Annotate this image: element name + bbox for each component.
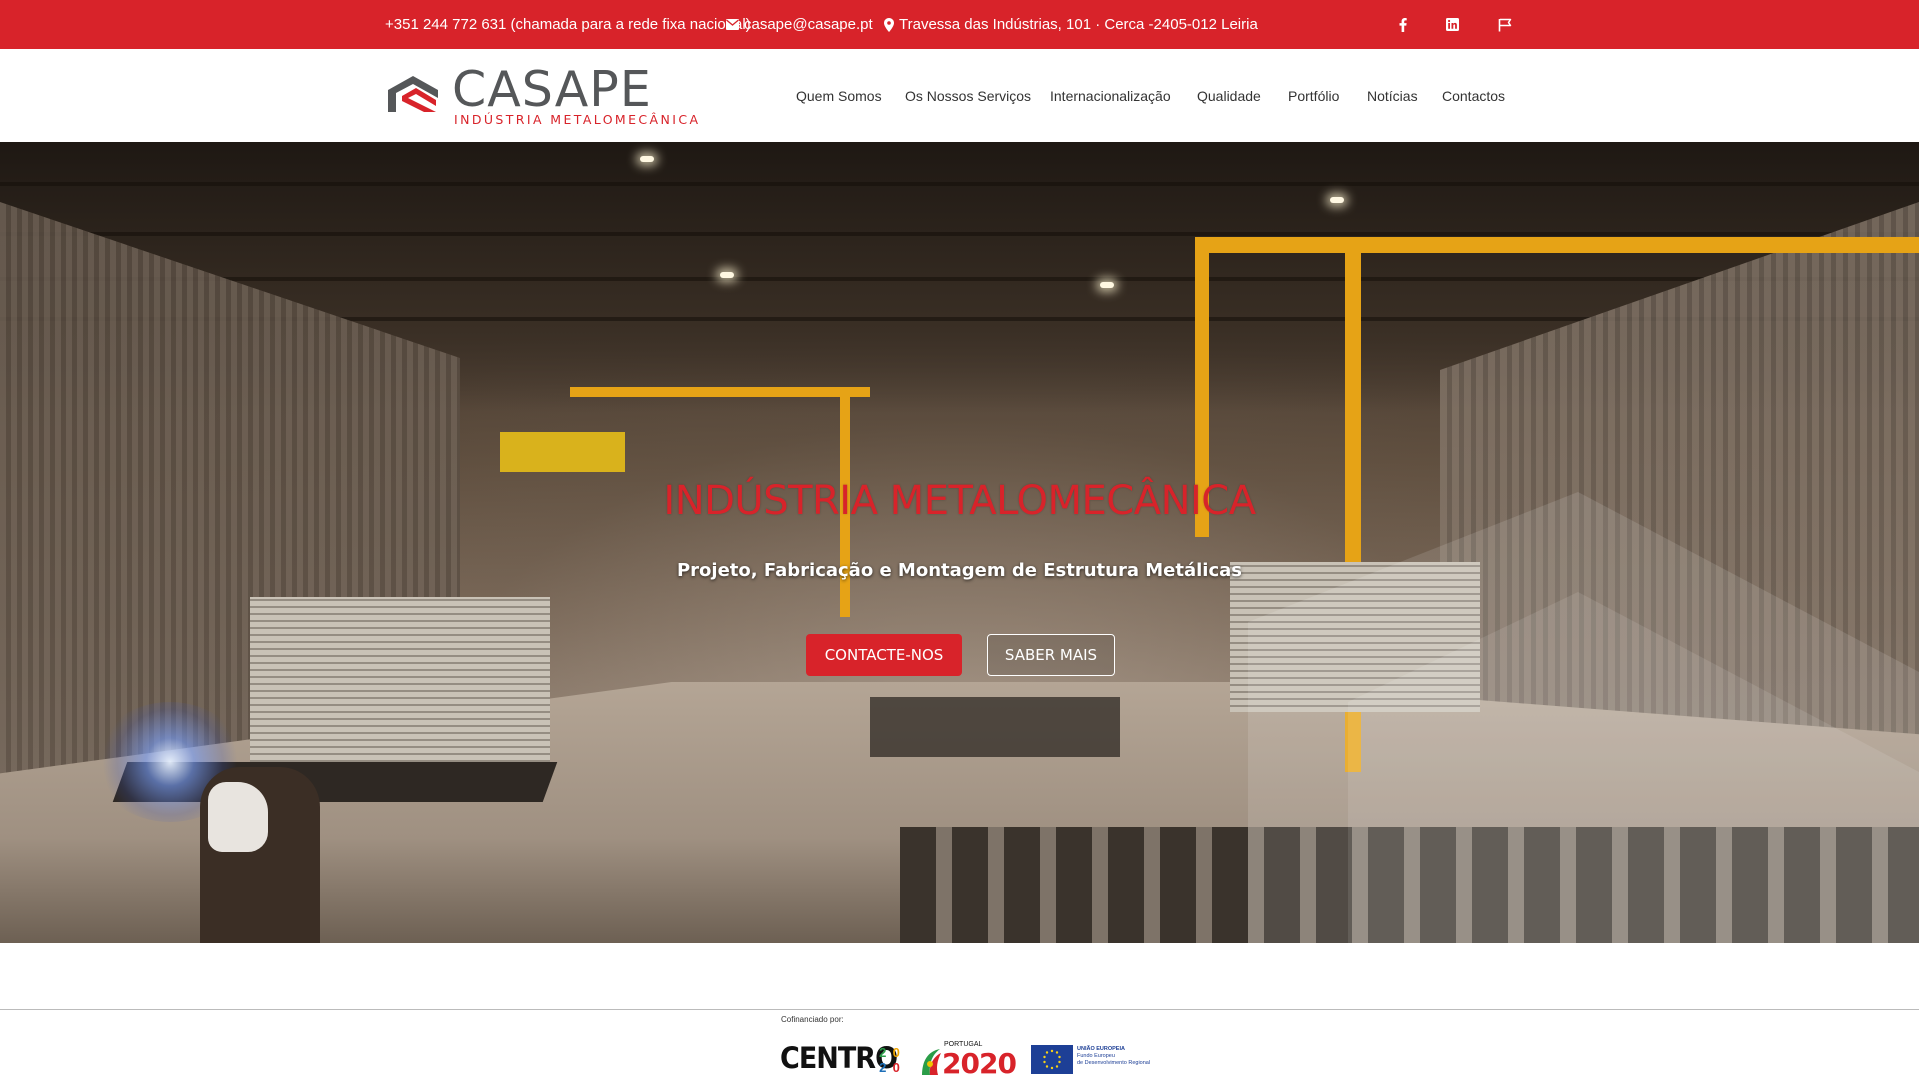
hero-photo-crane: [570, 387, 870, 397]
hero-photo-beam: [870, 697, 1120, 757]
saber-mais-button[interactable]: SABER MAIS: [987, 634, 1115, 676]
hero-photo-light: [1330, 197, 1344, 203]
hero-photo-rafter: [0, 232, 1919, 236]
hero-photo-stack: [250, 597, 550, 767]
email-link[interactable]: casape@casape.pt: [726, 0, 873, 49]
nav-internacionalizacao[interactable]: Internacionalização: [1050, 49, 1171, 142]
portugal-2020-year: 2020: [942, 1047, 1017, 1079]
portugal-2020-emblem-icon: [922, 1049, 941, 1075]
hero-photo-light: [640, 156, 654, 162]
phone-number[interactable]: +351 244 772 631 (chamada para a rede fi…: [385, 0, 751, 49]
centro-2020-digits: 2 0 2 0: [876, 1045, 903, 1075]
hero-photo-light: [720, 272, 734, 278]
hero-photo-lift: [500, 432, 625, 472]
eu-line: UNIÃO EUROPEIA: [1077, 1046, 1125, 1052]
facebook-icon: [1399, 17, 1407, 32]
nav-qualidade[interactable]: Qualidade: [1197, 49, 1261, 142]
nav-quem-somos[interactable]: Quem Somos: [796, 49, 882, 142]
eu-flag-icon: [1031, 1045, 1073, 1074]
address-text: Travessa das Indústrias, 101 · Cerca -24…: [899, 16, 1258, 33]
top-bar: +351 244 772 631 (chamada para a rede fi…: [0, 0, 1919, 49]
nav-servicos[interactable]: Os Nossos Serviços: [905, 49, 1031, 142]
centro-digit: 0: [892, 1045, 900, 1060]
hero-banner: INDÚSTRIA METALOMECÂNICA Projeto, Fabric…: [0, 142, 1919, 943]
nav-portfolio[interactable]: Portfólio: [1288, 49, 1339, 142]
hero-photo-crane: [1195, 237, 1919, 253]
cofinancing-strip: Cofinanciado por: CENTRO 2 0 2 0 PORTUGA…: [0, 1009, 1919, 1079]
linkedin-link[interactable]: [1440, 0, 1464, 49]
map-marker-icon: [884, 17, 894, 32]
hero-title: INDÚSTRIA METALOMECÂNICA: [663, 478, 1256, 524]
envelope-icon: [726, 19, 739, 30]
nav-contactos[interactable]: Contactos: [1442, 49, 1505, 142]
hero-subtitle: Projeto, Fabricação e Montagem de Estrut…: [676, 560, 1243, 581]
contacte-nos-button[interactable]: CONTACTE-NOS: [806, 634, 962, 676]
hero-photo-light: [1100, 282, 1114, 288]
linkedin-icon: [1445, 18, 1459, 31]
eu-line: de Desenvolvimento Regional: [1077, 1060, 1151, 1066]
centro-digit: 0: [892, 1060, 900, 1075]
portugal-2020-logo: PORTUGAL 2020: [920, 1041, 1017, 1079]
address: Travessa das Indústrias, 101 · Cerca -24…: [884, 0, 1258, 49]
hero-photo-rafter: [0, 182, 1919, 186]
eu-fund-text: UNIÃO EUROPEIA Fundo Europeu de Desenvol…: [1077, 1046, 1150, 1067]
email-text: casape@casape.pt: [744, 16, 873, 33]
eu-fund-logo: UNIÃO EUROPEIA Fundo Europeu de Desenvol…: [1031, 1045, 1150, 1075]
main-nav: Quem Somos Os Nossos Serviços Internacio…: [0, 49, 1919, 142]
nav-noticias[interactable]: Notícias: [1367, 49, 1418, 142]
flag-icon: [1498, 18, 1512, 31]
eu-line: Fundo Europeu: [1077, 1053, 1115, 1059]
facebook-link[interactable]: [1391, 0, 1415, 49]
centro-digit: 2: [879, 1060, 887, 1075]
centro-digit: 2: [879, 1045, 887, 1060]
language-flag-link[interactable]: [1493, 0, 1517, 49]
cofinancing-label: Cofinanciado por:: [781, 1015, 844, 1024]
hero-photo-welding-helmet: [208, 782, 268, 852]
hero-photo-rafter: [0, 277, 1919, 281]
site-header: CASAPE INDÚSTRIA METALOMECÂNICA Quem Som…: [0, 49, 1919, 142]
